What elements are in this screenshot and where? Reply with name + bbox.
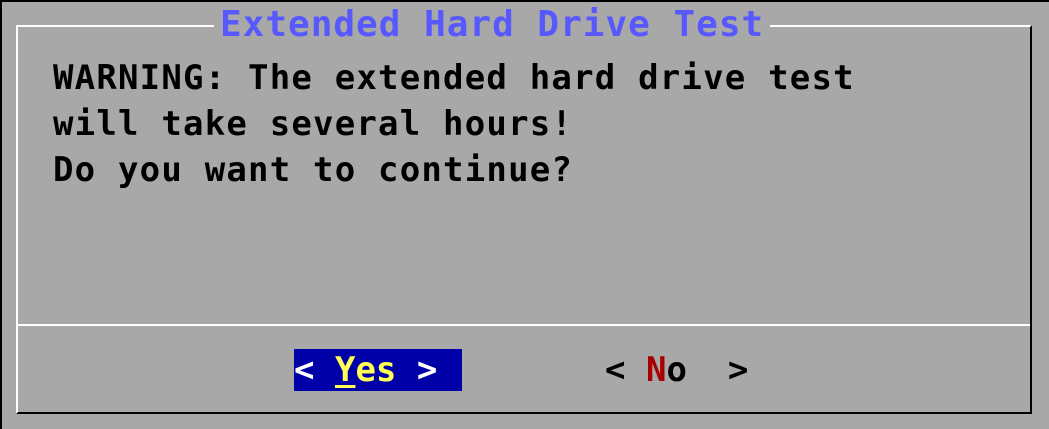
no-bracket-left: < xyxy=(605,350,646,390)
yes-button[interactable]: < Yes > xyxy=(294,349,462,391)
dialog-screen: Extended Hard Drive Test WARNING: The ex… xyxy=(0,0,1049,429)
no-button[interactable]: < No > xyxy=(605,349,775,391)
yes-label-rest: es xyxy=(355,350,397,390)
yes-bracket-left: < xyxy=(294,350,335,390)
message-line: Do you want to continue? xyxy=(53,150,574,190)
button-area-separator xyxy=(18,324,1030,326)
no-bracket-right: > xyxy=(686,350,749,390)
yes-hotkey: Y xyxy=(334,350,356,390)
yes-bracket-right: > xyxy=(396,350,438,390)
message-line: will take several hours! xyxy=(53,104,574,144)
message-line: WARNING: The extended hard drive test xyxy=(53,58,855,98)
dialog-title: Extended Hard Drive Test xyxy=(214,7,771,43)
no-hotkey: N xyxy=(645,350,667,390)
no-label-rest: o xyxy=(666,350,687,390)
dialog-message: WARNING: The extended hard drive test wi… xyxy=(53,55,1013,193)
